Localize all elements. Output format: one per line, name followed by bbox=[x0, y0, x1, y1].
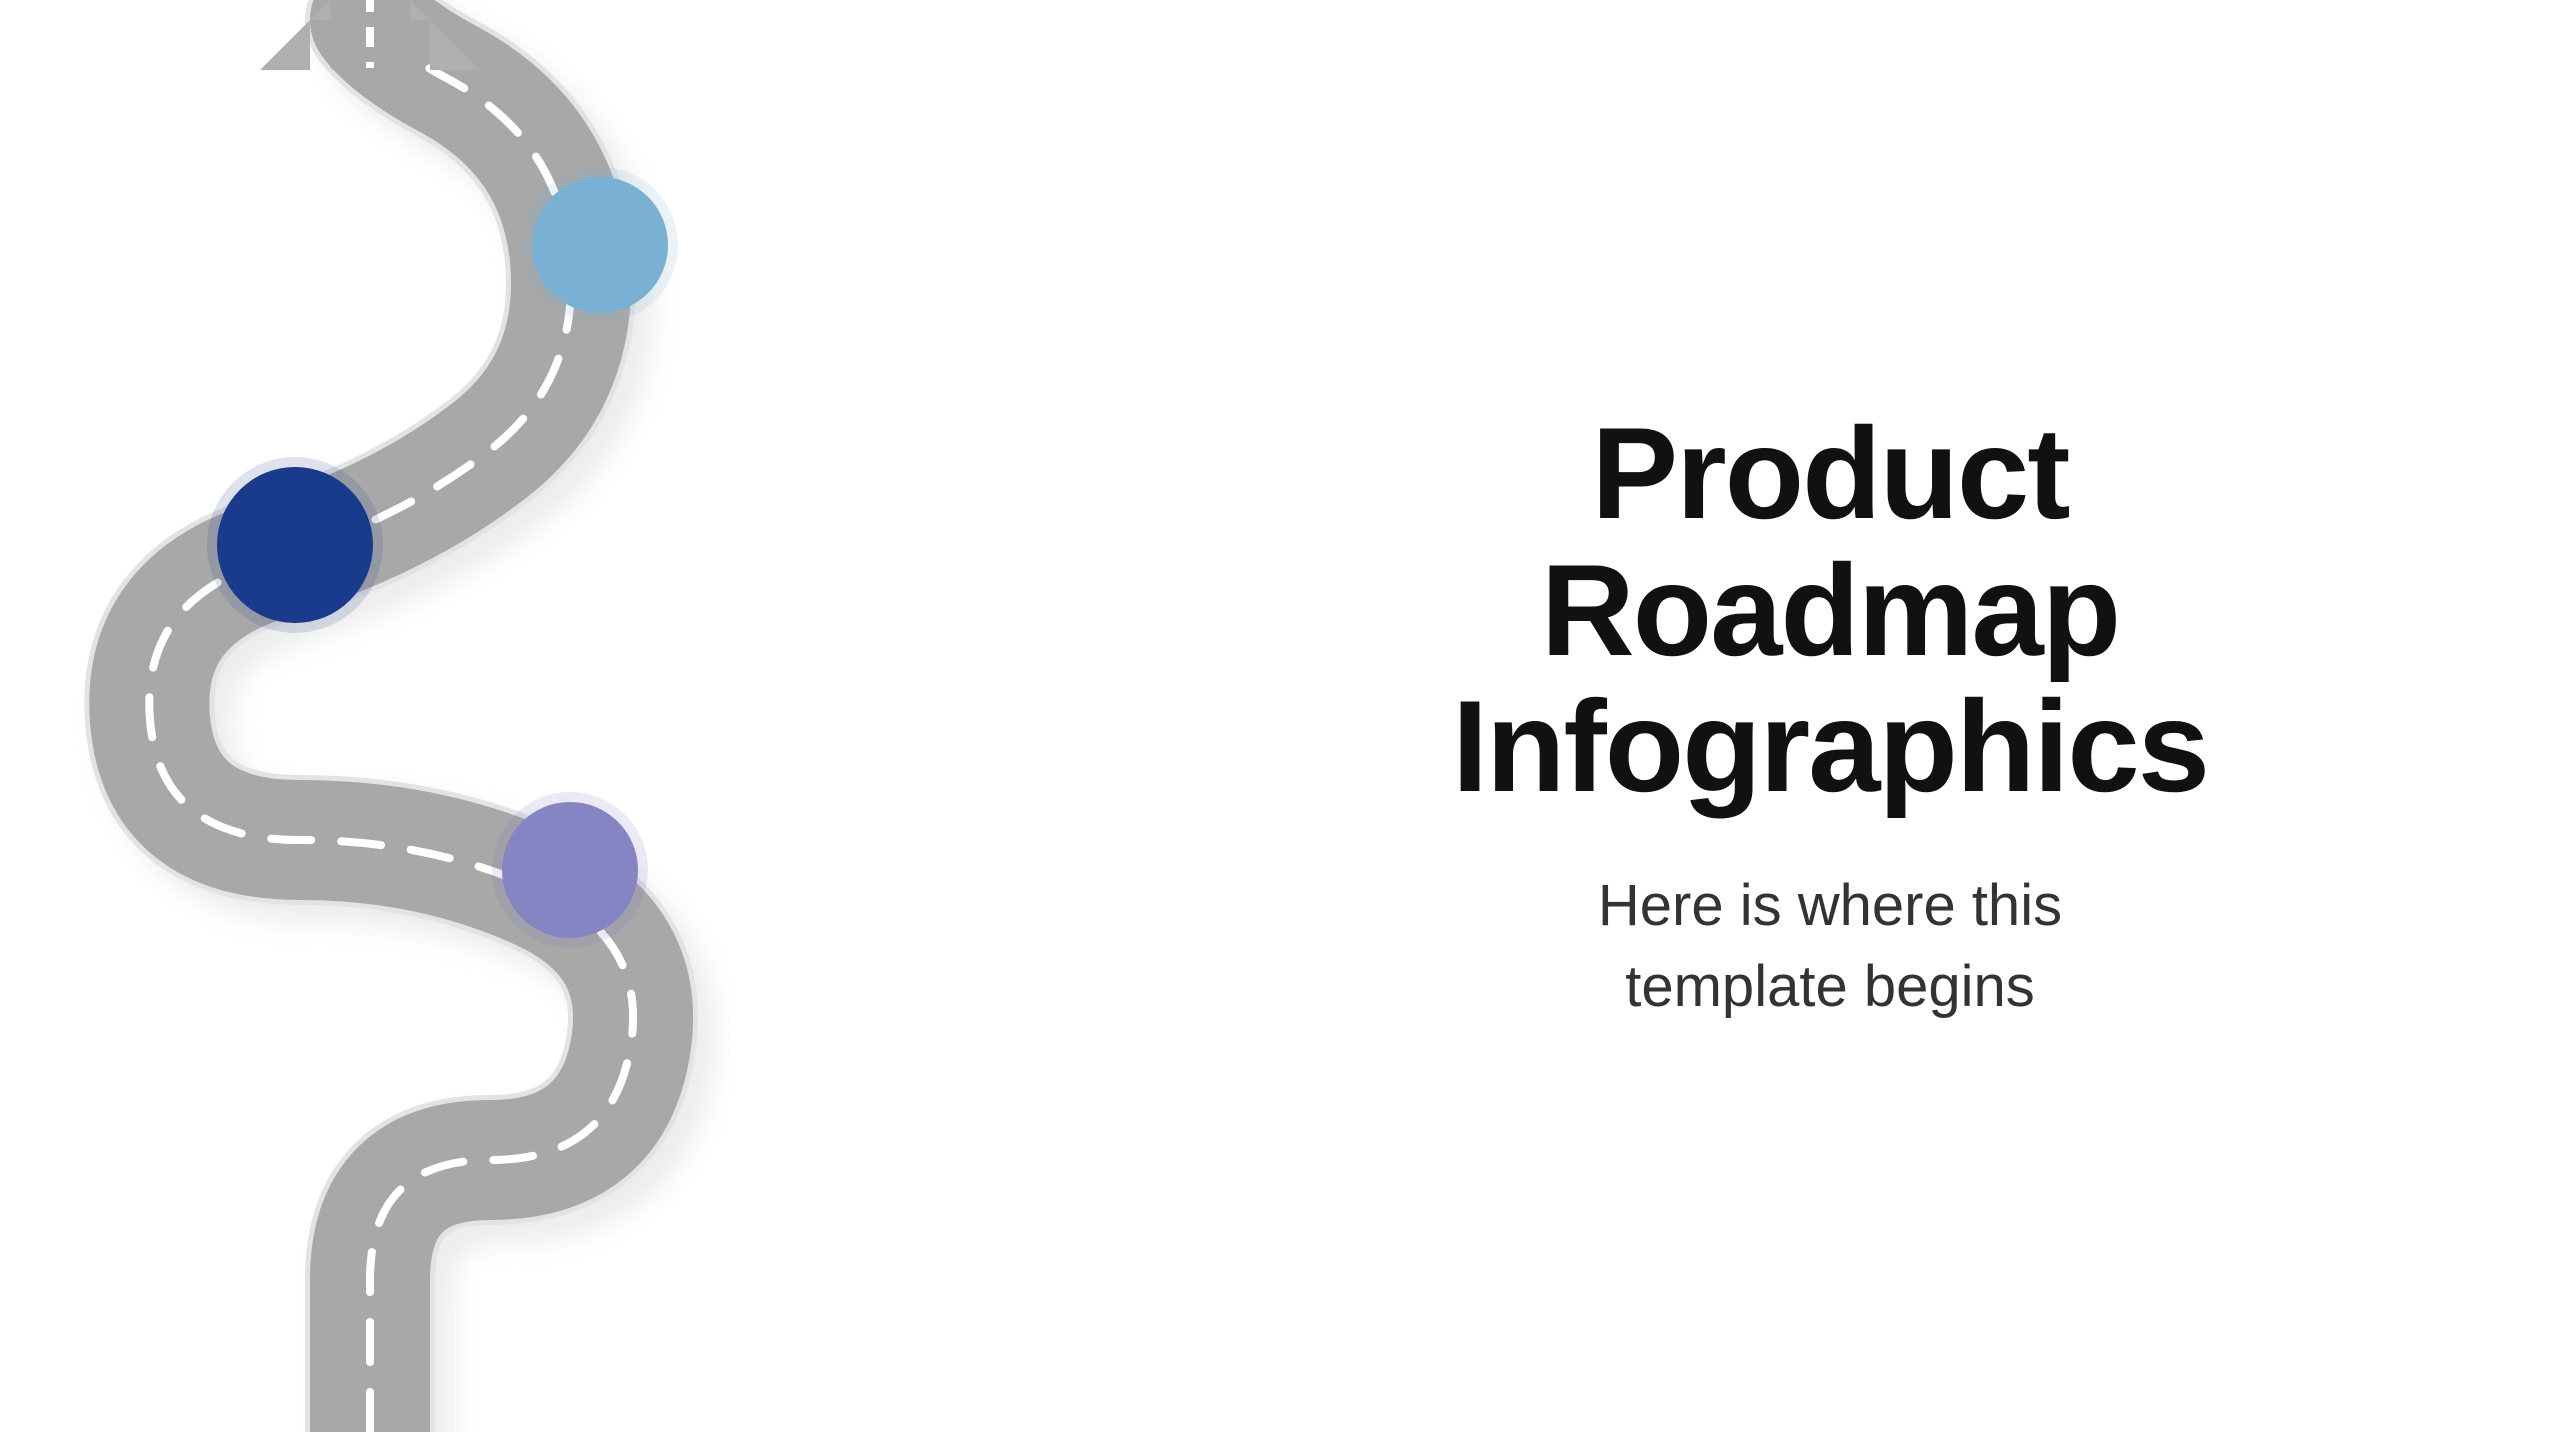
slide-title: Product Roadmap Infographics bbox=[1452, 405, 2208, 815]
dot-3 bbox=[502, 802, 638, 938]
slide-subtitle: Here is where this template begins bbox=[1598, 865, 2062, 1027]
dot-1 bbox=[532, 177, 668, 313]
subtitle-line2: template begins bbox=[1625, 954, 2034, 1019]
dot-2 bbox=[217, 467, 373, 623]
title-line1: Product bbox=[1591, 400, 2068, 546]
subtitle-line1: Here is where this bbox=[1598, 873, 2062, 938]
title-line2: Roadmap bbox=[1541, 537, 2119, 683]
road-svg bbox=[0, 0, 1100, 1432]
road-container bbox=[0, 0, 1100, 1432]
slide: Product Roadmap Infographics Here is whe… bbox=[0, 0, 2560, 1432]
text-container: Product Roadmap Infographics Here is whe… bbox=[1100, 345, 2560, 1087]
title-line3: Infographics bbox=[1452, 673, 2208, 819]
